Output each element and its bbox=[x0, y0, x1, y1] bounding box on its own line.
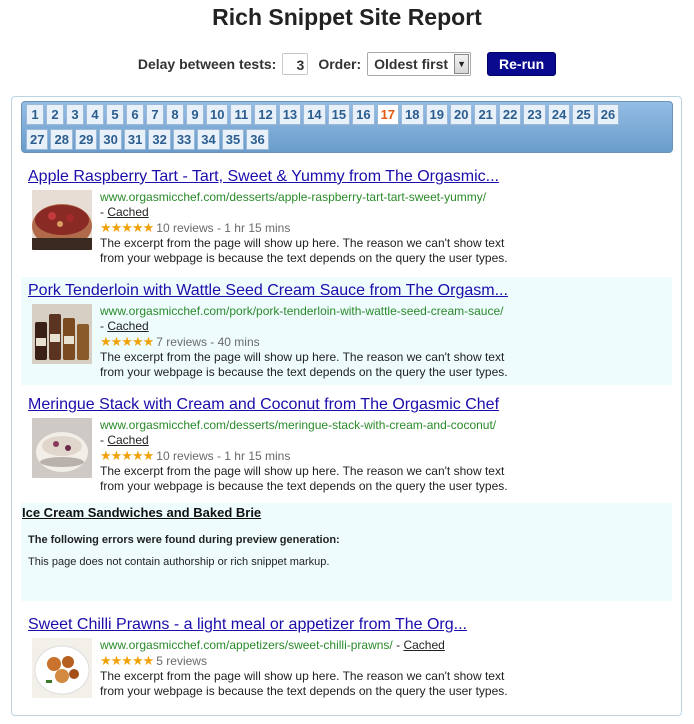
error-heading: The following errors were found during p… bbox=[28, 534, 340, 546]
page-link-19[interactable]: 19 bbox=[425, 104, 448, 125]
prawns-thumbnail bbox=[32, 638, 92, 698]
page-link-33[interactable]: 33 bbox=[172, 129, 196, 150]
excerpt-line: The excerpt from the page will show up h… bbox=[100, 669, 505, 683]
result-url: www.orgasmicchef.com/appetizers/sweet-ch… bbox=[100, 638, 393, 652]
page-link-23[interactable]: 23 bbox=[523, 104, 546, 125]
result-body: www.orgasmicchef.com/desserts/apple-rasp… bbox=[28, 190, 672, 266]
page-link-15[interactable]: 15 bbox=[327, 104, 351, 125]
result-url: www.orgasmicchef.com/desserts/meringue-s… bbox=[100, 418, 497, 432]
excerpt-line: from your webpage is because the text de… bbox=[100, 479, 508, 493]
delay-input[interactable]: 3 bbox=[282, 53, 309, 75]
rating-stars-icon: ★★★★★ bbox=[100, 220, 154, 235]
excerpt-line: from your webpage is because the text de… bbox=[100, 251, 508, 265]
page-link-32[interactable]: 32 bbox=[148, 129, 171, 150]
page-link-4[interactable]: 4 bbox=[86, 104, 104, 125]
rating-stars-icon: ★★★★★ bbox=[100, 334, 154, 349]
page-link-29[interactable]: 29 bbox=[74, 129, 98, 150]
result-title-link[interactable]: Apple Raspberry Tart - Tart, Sweet & Yum… bbox=[28, 167, 672, 187]
error-item: Ice Cream Sandwiches and Baked Brie The … bbox=[21, 503, 672, 601]
page-link-10[interactable]: 10 bbox=[206, 104, 229, 125]
page-link-11[interactable]: 11 bbox=[230, 104, 253, 125]
rating-stars-icon: ★★★★★ bbox=[100, 653, 154, 668]
pagination: 1 2 3 4 5 6 7 8 9 10 11 12 13 14 15 16 1… bbox=[21, 101, 673, 153]
page-link-17-current[interactable]: 17 bbox=[376, 104, 400, 125]
page-link-12[interactable]: 12 bbox=[254, 104, 277, 125]
page-title: Rich Snippet Site Report bbox=[212, 4, 482, 30]
result-meta: www.orgasmicchef.com/appetizers/sweet-ch… bbox=[100, 638, 508, 699]
page-link-6[interactable]: 6 bbox=[126, 104, 144, 125]
result-item: Apple Raspberry Tart - Tart, Sweet & Yum… bbox=[21, 167, 672, 275]
result-meta: www.orgasmicchef.com/desserts/meringue-s… bbox=[100, 418, 508, 494]
excerpt-line: from your webpage is because the text de… bbox=[100, 684, 508, 698]
page-link-13[interactable]: 13 bbox=[278, 104, 302, 125]
pagination-row-1: 1 2 3 4 5 6 7 8 9 10 11 12 13 14 15 16 1… bbox=[26, 104, 672, 127]
page-link-22[interactable]: 22 bbox=[498, 104, 522, 125]
page-link-28[interactable]: 28 bbox=[50, 129, 73, 150]
excerpt-line: The excerpt from the page will show up h… bbox=[100, 464, 505, 478]
excerpt-line: from your webpage is because the text de… bbox=[100, 365, 508, 379]
page-link-14[interactable]: 14 bbox=[303, 104, 326, 125]
meringue-thumbnail bbox=[32, 418, 92, 478]
page-link-1[interactable]: 1 bbox=[26, 104, 44, 125]
result-meta: www.orgasmicchef.com/pork/pork-tenderloi… bbox=[100, 304, 508, 380]
page-link-3[interactable]: 3 bbox=[66, 104, 84, 125]
page-link-26[interactable]: 26 bbox=[596, 104, 620, 125]
rating-text: 10 reviews - 1 hr 15 mins bbox=[156, 221, 291, 235]
error-item-title[interactable]: Ice Cream Sandwiches and Baked Brie bbox=[22, 505, 261, 520]
page-link-2[interactable]: 2 bbox=[46, 104, 64, 125]
pagination-row-2: 27 28 29 30 31 32 33 34 35 36 bbox=[26, 129, 672, 152]
page-link-18[interactable]: 18 bbox=[401, 104, 424, 125]
page-link-21[interactable]: 21 bbox=[474, 104, 497, 125]
excerpt-line: The excerpt from the page will show up h… bbox=[100, 236, 505, 250]
error-message: This page does not contain authorship or… bbox=[28, 556, 330, 568]
result-body: www.orgasmicchef.com/pork/pork-tenderloi… bbox=[28, 304, 672, 380]
rating-text: 5 reviews bbox=[156, 654, 207, 668]
result-title-link[interactable]: Meringue Stack with Cream and Coconut fr… bbox=[28, 395, 672, 415]
page-link-36[interactable]: 36 bbox=[246, 129, 269, 150]
page-link-30[interactable]: 30 bbox=[99, 129, 122, 150]
page-link-35[interactable]: 35 bbox=[221, 129, 245, 150]
rating-text: 10 reviews - 1 hr 15 mins bbox=[156, 449, 291, 463]
cached-link[interactable]: Cached bbox=[107, 433, 148, 447]
order-selected-value: Oldest first bbox=[374, 56, 449, 72]
page-link-7[interactable]: 7 bbox=[146, 104, 164, 125]
result-url: www.orgasmicchef.com/pork/pork-tenderloi… bbox=[100, 304, 504, 318]
result-meta: www.orgasmicchef.com/desserts/apple-rasp… bbox=[100, 190, 508, 266]
result-dash: - bbox=[392, 638, 404, 652]
page-link-8[interactable]: 8 bbox=[166, 104, 184, 125]
tart-thumbnail bbox=[32, 190, 92, 250]
cached-link[interactable]: Cached bbox=[107, 319, 148, 333]
result-item: Meringue Stack with Cream and Coconut fr… bbox=[21, 395, 672, 501]
rating-text: 7 reviews - 40 mins bbox=[156, 335, 260, 349]
page-link-16[interactable]: 16 bbox=[352, 104, 375, 125]
dropdown-arrow-icon[interactable]: ▼ bbox=[454, 54, 470, 74]
order-select[interactable]: Oldest first ▼ bbox=[367, 52, 472, 76]
rerun-button[interactable]: Re-run bbox=[487, 52, 557, 76]
result-body: www.orgasmicchef.com/desserts/meringue-s… bbox=[28, 418, 672, 494]
rating-stars-icon: ★★★★★ bbox=[100, 448, 154, 463]
page-link-5[interactable]: 5 bbox=[106, 104, 124, 125]
result-item: Sweet Chilli Prawns - a light meal or ap… bbox=[21, 615, 672, 711]
excerpt-line: The excerpt from the page will show up h… bbox=[100, 350, 505, 364]
controls-bar: Delay between tests: 3 Order: Oldest fir… bbox=[0, 52, 694, 76]
cached-link[interactable]: Cached bbox=[107, 205, 148, 219]
page-link-9[interactable]: 9 bbox=[186, 104, 204, 125]
page-link-24[interactable]: 24 bbox=[547, 104, 571, 125]
pork-thumbnail bbox=[32, 304, 92, 364]
order-label: Order: bbox=[318, 56, 362, 72]
cached-link[interactable]: Cached bbox=[403, 638, 444, 652]
page-link-20[interactable]: 20 bbox=[449, 104, 473, 125]
page-link-34[interactable]: 34 bbox=[197, 129, 220, 150]
page-link-27[interactable]: 27 bbox=[26, 129, 49, 150]
report-panel: 1 2 3 4 5 6 7 8 9 10 11 12 13 14 15 16 1… bbox=[11, 96, 682, 716]
delay-label: Delay between tests: bbox=[137, 56, 277, 72]
result-item: Pork Tenderloin with Wattle Seed Cream S… bbox=[21, 277, 672, 385]
result-title-link[interactable]: Sweet Chilli Prawns - a light meal or ap… bbox=[28, 615, 672, 635]
page-link-31[interactable]: 31 bbox=[123, 129, 147, 150]
result-url: www.orgasmicchef.com/desserts/apple-rasp… bbox=[100, 190, 487, 204]
result-body: www.orgasmicchef.com/appetizers/sweet-ch… bbox=[28, 638, 672, 699]
page-link-25[interactable]: 25 bbox=[572, 104, 595, 125]
result-title-link[interactable]: Pork Tenderloin with Wattle Seed Cream S… bbox=[28, 281, 672, 301]
